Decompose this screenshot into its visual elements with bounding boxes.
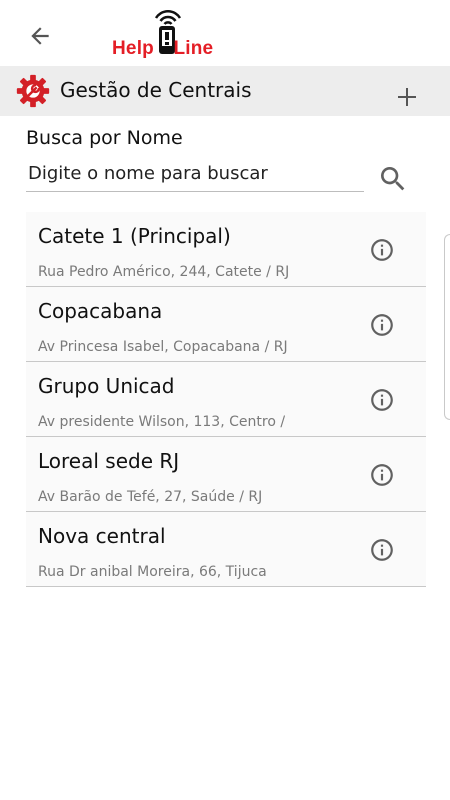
page-title: Gestão de Centrais xyxy=(60,78,252,102)
central-name: Grupo Unicad xyxy=(38,374,175,398)
central-name: Loreal sede RJ xyxy=(38,449,180,473)
wifi-signal-icon xyxy=(154,9,182,25)
info-icon xyxy=(371,314,393,336)
arrow-left-icon xyxy=(31,27,49,45)
central-name: Nova central xyxy=(38,524,166,548)
add-central-button[interactable] xyxy=(392,82,422,112)
central-address: Av presidente Wilson, 113, Centro / xyxy=(38,414,286,430)
plus-icon xyxy=(398,88,416,106)
info-icon xyxy=(371,389,393,411)
info-icon xyxy=(371,239,393,261)
gear-wrench-icon xyxy=(16,74,50,108)
info-icon xyxy=(371,464,393,486)
top-bar: Help Line xyxy=(0,0,450,66)
helpline-logo: Help Line xyxy=(112,6,242,62)
info-button[interactable] xyxy=(368,311,396,339)
search-button[interactable] xyxy=(374,160,412,198)
info-button[interactable] xyxy=(368,461,396,489)
central-address: Rua Dr anibal Moreira, 66, Tijuca xyxy=(38,564,267,580)
logo-text: Help Line xyxy=(112,38,214,59)
list-item[interactable]: Catete 1 (Principal) Rua Pedro Américo, … xyxy=(26,212,426,287)
info-button[interactable] xyxy=(368,536,396,564)
central-name: Copacabana xyxy=(38,299,163,323)
search-input[interactable] xyxy=(26,156,364,192)
central-name: Catete 1 (Principal) xyxy=(38,224,231,248)
centrals-list: Catete 1 (Principal) Rua Pedro Américo, … xyxy=(26,212,426,587)
info-icon xyxy=(371,539,393,561)
list-item[interactable]: Loreal sede RJ Av Barão de Tefé, 27, Saú… xyxy=(26,437,426,512)
search-icon xyxy=(381,167,405,191)
info-button[interactable] xyxy=(368,386,396,414)
central-address: Av Barão de Tefé, 27, Saúde / RJ xyxy=(38,489,263,505)
section-header: Gestão de Centrais xyxy=(0,66,450,116)
list-item[interactable]: Copacabana Av Princesa Isabel, Copacaban… xyxy=(26,287,426,362)
list-item[interactable]: Grupo Unicad Av presidente Wilson, 113, … xyxy=(26,362,426,437)
central-address: Rua Pedro Américo, 244, Catete / RJ xyxy=(38,264,290,280)
info-button[interactable] xyxy=(368,236,396,264)
edge-panel-handle[interactable] xyxy=(444,234,450,420)
back-button[interactable] xyxy=(22,18,58,54)
search-label: Busca por Nome xyxy=(26,127,183,149)
list-item[interactable]: Nova central Rua Dr anibal Moreira, 66, … xyxy=(26,512,426,587)
central-address: Av Princesa Isabel, Copacabana / RJ xyxy=(38,339,288,355)
